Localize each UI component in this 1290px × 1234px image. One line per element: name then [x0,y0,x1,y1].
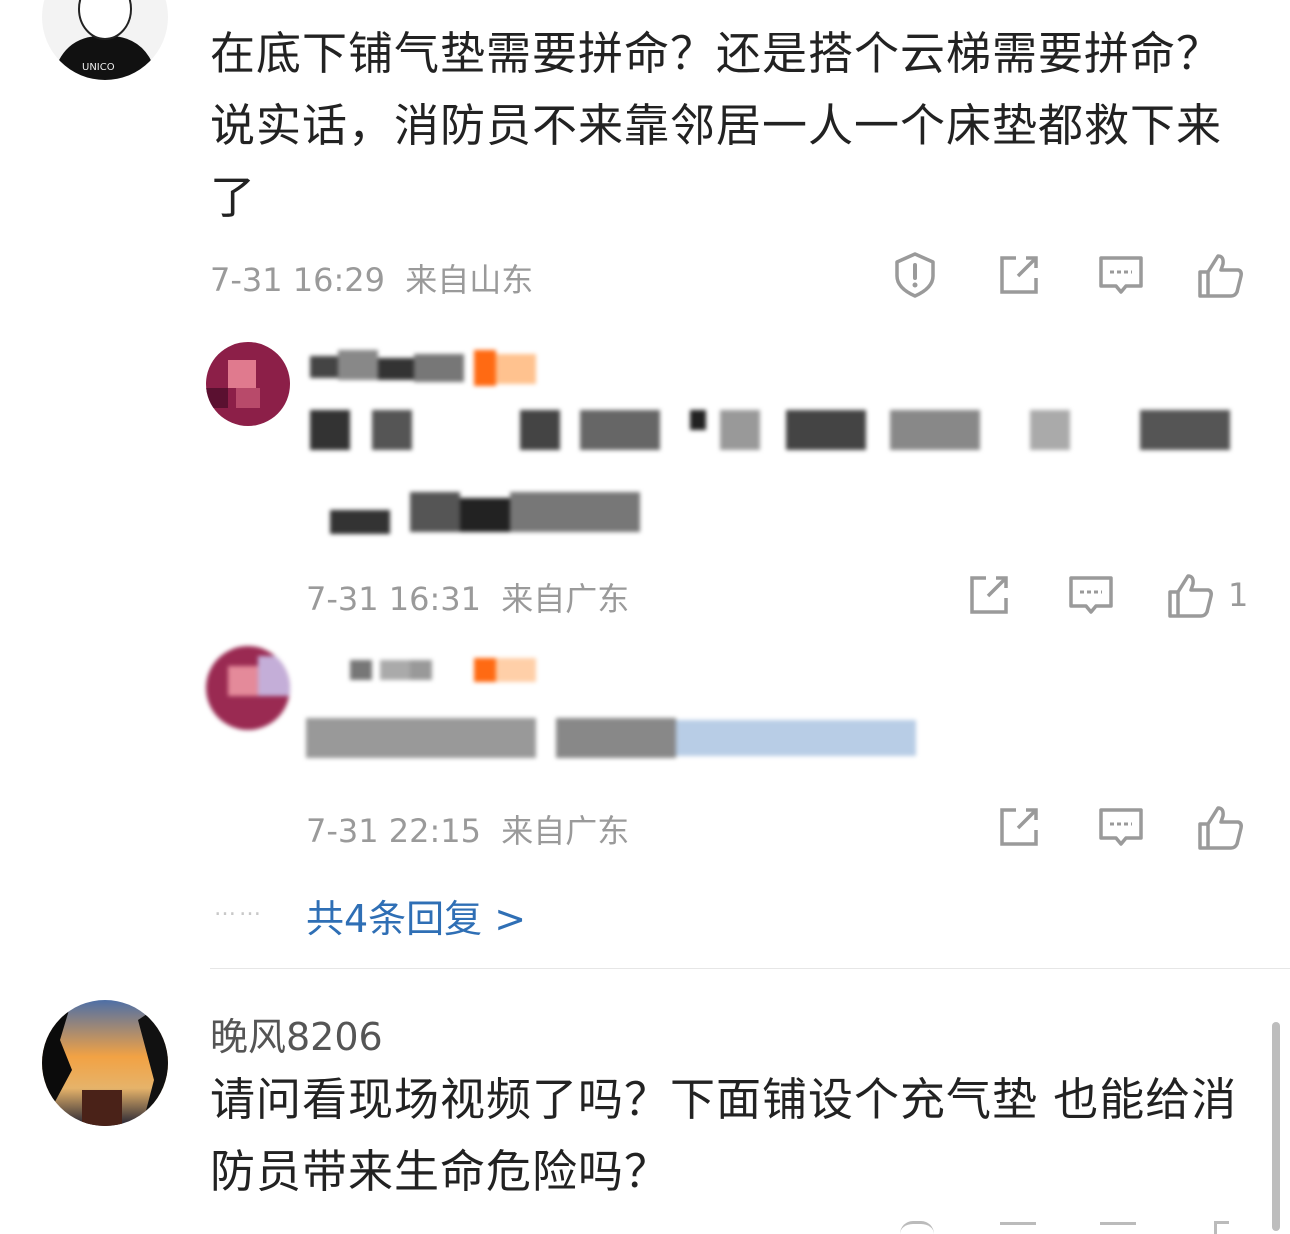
location: 来自广东 [501,812,630,850]
like-icon[interactable] [1166,570,1216,620]
reply-text-blurred [310,410,1230,455]
location: 来自广东 [501,580,630,618]
timestamp: 7-31 16:29 [210,261,386,299]
timestamp: 7-31 16:31 [306,580,482,618]
avatar[interactable]: UNICO [42,0,168,80]
more-replies-link[interactable]: 共4条回复 > [306,888,526,943]
share-icon[interactable] [994,802,1044,852]
comment-icon[interactable] [1000,1222,1036,1234]
like-count: 1 [1228,576,1249,614]
reply-text-blurred-2 [310,492,650,537]
location: 来自山东 [405,261,534,299]
reply-text-blurred [306,718,926,760]
reply-avatar[interactable] [206,342,290,426]
comment-text: 在底下铺气垫需要拼命？还是搭个云梯需要拼命？说实话，消防员不来靠邻居一人一个床垫… [210,27,1223,224]
username[interactable]: 晚风8206 [210,1006,383,1061]
svg-text:UNICO: UNICO [82,62,115,73]
comment-icon[interactable] [1096,250,1146,300]
divider [210,968,1290,969]
dots-separator: …… [214,896,264,921]
reply-avatar[interactable] [206,646,290,730]
report-icon[interactable] [890,250,940,300]
comment-text: 请问看现场视频了吗？下面铺设个充气垫 也能给消防员带来生命危险吗？ [210,1073,1238,1198]
reply-meta: 7-31 22:15 来自广东 [306,806,629,852]
like-icon[interactable] [1196,250,1246,300]
comment-icon[interactable] [1066,570,1116,620]
comment-meta: 7-31 16:29 来自山东 [210,255,533,301]
avatar[interactable] [42,1000,168,1126]
like-icon[interactable] [1214,1221,1229,1234]
timestamp: 7-31 22:15 [306,812,482,850]
comment-icon[interactable] [1096,802,1146,852]
like-icon[interactable] [1196,802,1246,852]
share-icon[interactable] [900,1221,934,1234]
comment-icon[interactable] [1100,1222,1136,1234]
reply-username-blurred [310,350,540,388]
reply-meta: 7-31 16:31 来自广东 [306,574,629,620]
share-icon[interactable] [994,250,1044,300]
reply-username-blurred [310,656,550,684]
share-icon[interactable] [964,570,1014,620]
scrollbar[interactable] [1272,1022,1280,1231]
